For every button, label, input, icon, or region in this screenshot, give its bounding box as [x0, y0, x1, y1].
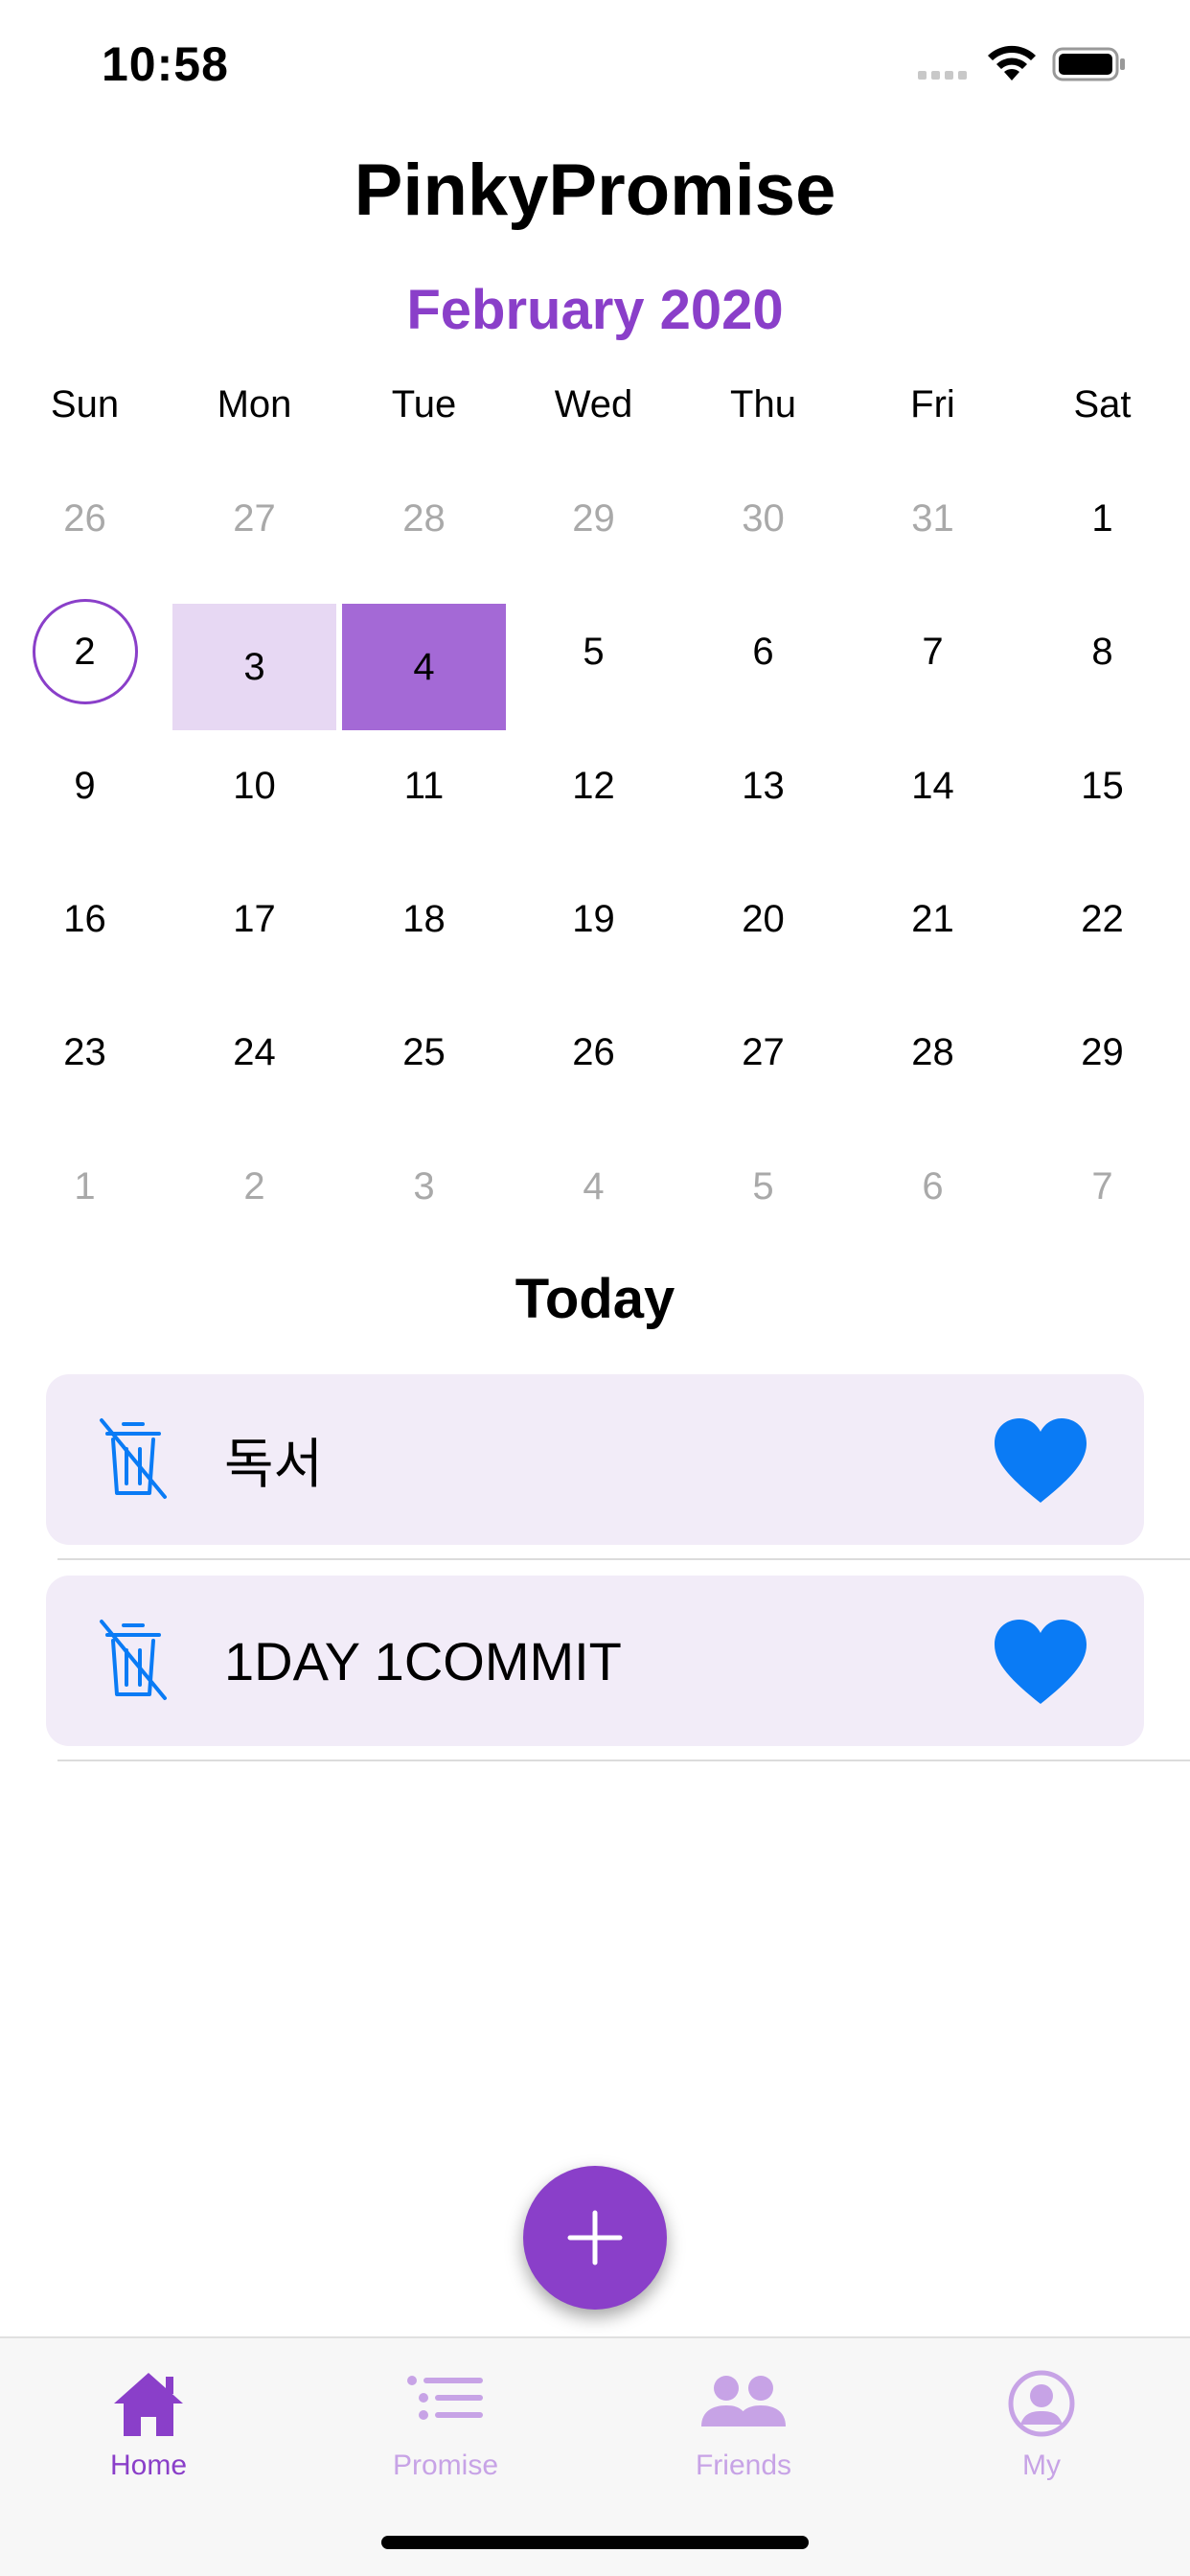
- calendar-day-today[interactable]: 2: [0, 589, 170, 714]
- calendar-day[interactable]: 16: [0, 857, 170, 981]
- calendar-day-selected[interactable]: 4: [342, 604, 506, 730]
- row-separator: [57, 1558, 1190, 1560]
- calendar-day[interactable]: 27: [170, 456, 339, 581]
- calendar-day[interactable]: 6: [678, 589, 848, 714]
- calendar-day[interactable]: 1: [0, 1124, 170, 1249]
- weekday-thu: Thu: [730, 383, 796, 426]
- home-indicator: [381, 2536, 809, 2549]
- tab-my[interactable]: My: [927, 2367, 1156, 2482]
- tab-friends-label: Friends: [695, 2450, 792, 2481]
- calendar-day[interactable]: 7: [1018, 1124, 1187, 1249]
- weekday-tue: Tue: [391, 383, 457, 426]
- screen: 10:58 PinkyPromise February 2020 Sun Mon…: [0, 0, 1190, 2576]
- today-ring: [32, 599, 138, 704]
- calendar-day[interactable]: 5: [678, 1124, 848, 1249]
- calendar-day[interactable]: 28: [848, 990, 1018, 1115]
- calendar-day[interactable]: 3: [339, 1124, 509, 1249]
- tab-friends[interactable]: Friends: [629, 2367, 858, 2482]
- calendar-day[interactable]: 6: [848, 1124, 1018, 1249]
- tab-my-label: My: [1022, 2450, 1061, 2481]
- calendar-day[interactable]: 24: [170, 990, 339, 1115]
- calendar-day[interactable]: 23: [0, 990, 170, 1115]
- weekday-header-row: Sun Mon Tue Wed Thu Fri Sat: [0, 383, 1190, 441]
- calendar-day[interactable]: 11: [339, 724, 509, 848]
- battery-icon: [1052, 47, 1125, 81]
- calendar-day[interactable]: 17: [170, 857, 339, 981]
- heart-filled-icon[interactable]: [993, 1416, 1088, 1505]
- calendar-day[interactable]: 28: [339, 456, 509, 581]
- add-promise-button[interactable]: [523, 2166, 667, 2310]
- calendar-day[interactable]: 10: [170, 724, 339, 848]
- calendar-day[interactable]: 18: [339, 857, 509, 981]
- plus-icon: [567, 2210, 623, 2266]
- promise-card[interactable]: 독서: [46, 1374, 1144, 1545]
- calendar-day[interactable]: 1: [1018, 456, 1187, 581]
- calendar-day[interactable]: 7: [848, 589, 1018, 714]
- calendar-day[interactable]: 29: [509, 456, 678, 581]
- calendar-day[interactable]: 5: [509, 589, 678, 714]
- calendar-day[interactable]: 15: [1018, 724, 1187, 848]
- promise-label: 1DAY 1COMMIT: [224, 1630, 622, 1691]
- status-time: 10:58: [102, 37, 229, 91]
- tab-promise-label: Promise: [392, 2450, 499, 2481]
- row-separator: [57, 1760, 1190, 1761]
- calendar-day[interactable]: 26: [0, 456, 170, 581]
- today-section-title: Today: [515, 1268, 675, 1330]
- calendar-day[interactable]: 12: [509, 724, 678, 848]
- app-title: PinkyPromise: [354, 150, 836, 231]
- people-icon: [701, 2376, 786, 2426]
- weekday-mon: Mon: [217, 383, 292, 426]
- heart-filled-icon[interactable]: [993, 1618, 1088, 1706]
- promise-label: 독서: [224, 1433, 324, 1494]
- calendar-day-selected-light[interactable]: 3: [172, 604, 336, 730]
- trash-slash-icon[interactable]: [98, 1416, 169, 1501]
- calendar-day[interactable]: 29: [1018, 990, 1187, 1115]
- weekday-sat: Sat: [1073, 383, 1132, 426]
- tab-promise[interactable]: Promise: [331, 2367, 561, 2482]
- calendar-day[interactable]: 22: [1018, 857, 1187, 981]
- calendar-day[interactable]: 9: [0, 724, 170, 848]
- trash-slash-icon[interactable]: [98, 1618, 169, 1702]
- tab-home[interactable]: Home: [34, 2367, 263, 2482]
- month-title: February 2020: [406, 279, 784, 341]
- calendar-grid: 26 27 28 29 30 31 1 2 3 4 5 6 7 8 9 10 1…: [0, 456, 1190, 1208]
- promise-card[interactable]: 1DAY 1COMMIT: [46, 1576, 1144, 1746]
- calendar-day[interactable]: 31: [848, 456, 1018, 581]
- calendar-day[interactable]: 14: [848, 724, 1018, 848]
- weekday-fri: Fri: [910, 383, 955, 426]
- weekday-wed: Wed: [554, 383, 633, 426]
- cellular-signal-icon: [918, 71, 967, 80]
- list-icon: [407, 2376, 483, 2420]
- calendar-day[interactable]: 27: [678, 990, 848, 1115]
- calendar-day[interactable]: 13: [678, 724, 848, 848]
- calendar-day[interactable]: 8: [1018, 589, 1187, 714]
- calendar-day[interactable]: 19: [509, 857, 678, 981]
- calendar-day[interactable]: 25: [339, 990, 509, 1115]
- calendar-day[interactable]: 20: [678, 857, 848, 981]
- house-icon: [114, 2373, 183, 2436]
- tab-home-label: Home: [109, 2450, 188, 2481]
- calendar-day[interactable]: 30: [678, 456, 848, 581]
- person-circle-icon: [1008, 2370, 1075, 2437]
- weekday-sun: Sun: [50, 383, 120, 426]
- calendar-day[interactable]: 26: [509, 990, 678, 1115]
- wifi-icon: [988, 45, 1036, 80]
- calendar-day[interactable]: 2: [170, 1124, 339, 1249]
- calendar-day[interactable]: 21: [848, 857, 1018, 981]
- calendar-day[interactable]: 4: [509, 1124, 678, 1249]
